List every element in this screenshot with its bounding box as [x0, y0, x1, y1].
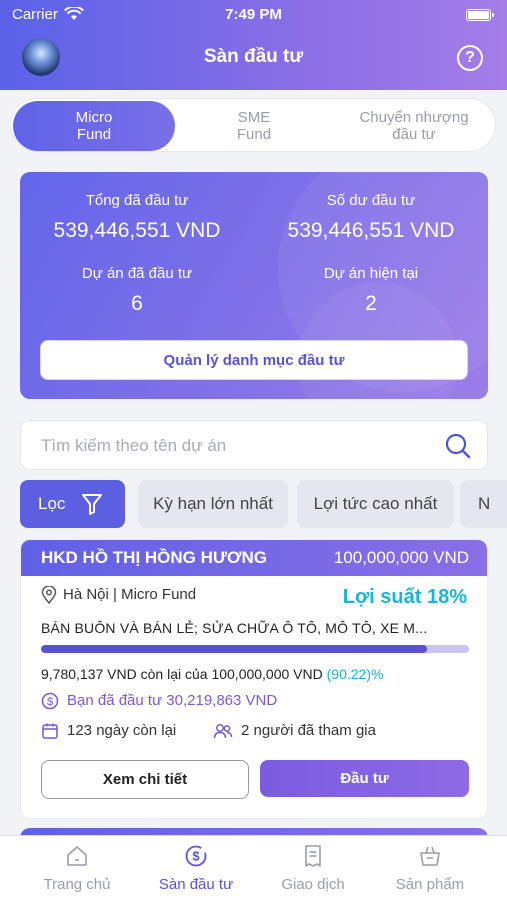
svg-text:$: $ — [192, 849, 200, 864]
calendar-icon — [42, 723, 58, 739]
progress-fill — [41, 645, 428, 653]
search-icon[interactable] — [445, 433, 471, 459]
balance-label: Số dư đầu tư — [326, 192, 416, 209]
fund-tabs: Micro Fund SME Fund Chuyển nhượng đầu tư — [10, 98, 496, 152]
tabbar-transactions[interactable]: Giao dịch — [250, 844, 376, 893]
project-card[interactable]: HKD HỒ THỊ HỒNG HƯƠNG 100,000,000 VND Hà… — [20, 539, 488, 819]
invest-button[interactable]: Đầu tư — [260, 760, 469, 797]
tabbar-label: Giao dịch — [281, 876, 345, 893]
manage-portfolio-button[interactable]: Quản lý danh mục đầu tư — [40, 340, 468, 380]
basket-icon — [420, 846, 440, 866]
tabbar-home[interactable]: Trang chủ — [14, 844, 140, 893]
user-invested: $ Bạn đã đầu tư 30,219,863 VND — [41, 692, 277, 710]
tabbar-label: Sàn đầu tư — [158, 876, 234, 893]
funding-remaining: 9,780,137 VND còn lại của 100,000,000 VN… — [41, 666, 383, 682]
remaining-percent: (90.22)% — [326, 666, 384, 682]
view-details-button[interactable]: Xem chi tiết — [41, 760, 249, 799]
tab-sme-fund[interactable]: SME Fund — [173, 101, 335, 151]
search-input[interactable] — [41, 433, 421, 459]
balance-value: 539,446,551 VND — [287, 219, 455, 242]
tabbar-exchange[interactable]: $ Sàn đầu tư — [133, 844, 259, 893]
battery-icon — [466, 9, 494, 21]
project-rate: Lợi suất 18% — [342, 586, 467, 608]
chip-longest-term[interactable]: Kỳ hạn lớn nhất — [138, 480, 288, 528]
tab-label: Micro Fund — [75, 109, 113, 143]
page-title: Sàn đầu tư — [203, 46, 304, 67]
tabbar-label: Sản phẩm — [395, 876, 465, 893]
project-category: BÁN BUÔN VÀ BÁN LẺ; SỬA CHỮA Ô TÔ, MÔ TÔ… — [41, 620, 428, 636]
filter-bar: Lọc Kỳ hạn lớn nhất Lợi tức cao nhất N — [20, 480, 507, 528]
investment-balance: Số dư đầu tư 539,446,551 VND — [254, 192, 488, 243]
tab-label: SME Fund — [236, 109, 272, 143]
status-bar: Carrier 7:49 PM — [12, 6, 495, 24]
project-name: HKD HỒ THỊ HỒNG HƯƠNG — [41, 548, 267, 567]
users-icon — [213, 724, 233, 739]
search-box — [20, 420, 488, 470]
bottom-tab-bar: Trang chủ $ Sàn đầu tư Giao dịch Sản phẩ… — [0, 835, 507, 900]
svg-text:$: $ — [47, 696, 53, 708]
participants: 2 người đã tham gia — [213, 722, 376, 740]
participants-text: 2 người đã tham gia — [241, 722, 376, 739]
dollar-exchange-icon: $ — [185, 845, 207, 867]
project-amount: 100,000,000 VND — [333, 548, 469, 567]
chip-more[interactable]: N — [460, 480, 507, 528]
projects-invested: Dự án đã đầu tư 6 — [20, 265, 254, 316]
days-text: 123 ngày còn lại — [67, 722, 177, 739]
total-invested-value: 539,446,551 VND — [53, 219, 221, 242]
receipt-icon — [305, 845, 321, 867]
funnel-icon — [82, 494, 102, 515]
current-projects-value: 2 — [365, 292, 377, 315]
filter-label: Lọc — [38, 494, 66, 513]
days-remaining: 123 ngày còn lại — [41, 722, 176, 740]
total-invested-label: Tổng đã đầu tư — [85, 192, 189, 209]
header: Carrier 7:49 PM Sàn đầu tư ? — [0, 0, 507, 90]
tab-investment-transfer[interactable]: Chuyển nhượng đầu tư — [333, 101, 495, 151]
invested-text: Bạn đã đầu tư 30,219,863 VND — [67, 692, 278, 709]
project-card-header: HKD HỒ THỊ HỒNG HƯƠNG 100,000,000 VND — [21, 540, 487, 576]
tab-label: Chuyển nhượng đầu tư — [359, 109, 469, 143]
investment-summary-card: Tổng đã đầu tư 539,446,551 VND Số dư đầu… — [20, 172, 488, 399]
help-icon[interactable]: ? — [457, 45, 483, 71]
chip-highest-yield[interactable]: Lợi tức cao nhất — [297, 480, 454, 528]
clock: 7:49 PM — [225, 6, 282, 23]
tabbar-products[interactable]: Sản phẩm — [367, 844, 493, 893]
projects-invested-label: Dự án đã đầu tư — [81, 265, 193, 282]
home-icon — [67, 846, 87, 866]
location-text: Hà Nội | Micro Fund — [63, 586, 197, 603]
main-content: Micro Fund SME Fund Chuyển nhượng đầu tư… — [0, 90, 507, 848]
tabbar-label: Trang chủ — [43, 876, 111, 893]
remaining-text: 9,780,137 VND còn lại của 100,000,000 VN… — [41, 666, 327, 682]
funding-progress-bar — [41, 645, 469, 653]
project-location: Hà Nội | Micro Fund — [41, 586, 197, 605]
location-pin-icon — [41, 586, 57, 605]
current-projects: Dự án hiện tại 2 — [254, 265, 488, 316]
current-projects-label: Dự án hiện tại — [323, 265, 419, 282]
total-invested: Tổng đã đầu tư 539,446,551 VND — [20, 192, 254, 243]
projects-invested-value: 6 — [131, 292, 143, 315]
dollar-circle-icon: $ — [41, 692, 59, 710]
tab-micro-fund[interactable]: Micro Fund — [13, 101, 175, 151]
filter-button[interactable]: Lọc — [20, 480, 125, 528]
